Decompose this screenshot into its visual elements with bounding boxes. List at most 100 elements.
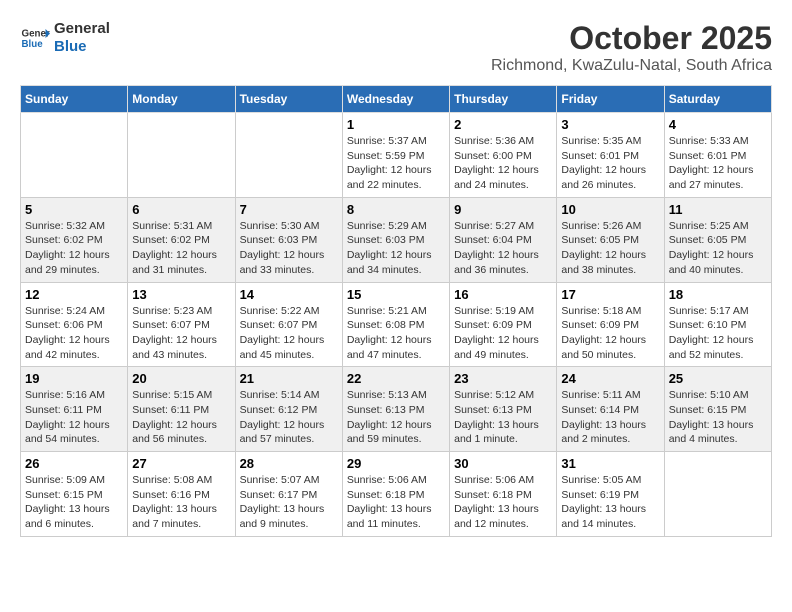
day-number: 31 bbox=[561, 456, 659, 471]
cell-info: Sunrise: 5:36 AM Sunset: 6:00 PM Dayligh… bbox=[454, 134, 552, 193]
cell-info: Sunrise: 5:06 AM Sunset: 6:18 PM Dayligh… bbox=[347, 473, 445, 532]
day-number: 18 bbox=[669, 287, 767, 302]
calendar-cell: 24 Sunrise: 5:11 AM Sunset: 6:14 PM Dayli… bbox=[557, 367, 664, 452]
day-number: 3 bbox=[561, 117, 659, 132]
page-header: General Blue General Blue October 2025 R… bbox=[20, 20, 772, 75]
calendar-cell: 22 Sunrise: 5:13 AM Sunset: 6:13 PM Dayli… bbox=[342, 367, 449, 452]
day-number: 23 bbox=[454, 371, 552, 386]
day-number: 1 bbox=[347, 117, 445, 132]
calendar-table: SundayMondayTuesdayWednesdayThursdayFrid… bbox=[20, 85, 772, 537]
calendar-cell bbox=[235, 113, 342, 198]
day-number: 29 bbox=[347, 456, 445, 471]
cell-info: Sunrise: 5:15 AM Sunset: 6:11 PM Dayligh… bbox=[132, 388, 230, 447]
cell-info: Sunrise: 5:30 AM Sunset: 6:03 PM Dayligh… bbox=[240, 219, 338, 278]
cell-info: Sunrise: 5:14 AM Sunset: 6:12 PM Dayligh… bbox=[240, 388, 338, 447]
calendar-cell: 17 Sunrise: 5:18 AM Sunset: 6:09 PM Dayli… bbox=[557, 282, 664, 367]
calendar-cell: 12Sunrise: 5:24 AM Sunset: 6:06 PM Dayli… bbox=[21, 282, 128, 367]
logo: General Blue General Blue bbox=[20, 20, 110, 56]
calendar-cell: 23Sunrise: 5:12 AM Sunset: 6:13 PM Dayli… bbox=[450, 367, 557, 452]
calendar-cell: 6Sunrise: 5:31 AM Sunset: 6:02 PM Daylig… bbox=[128, 197, 235, 282]
day-number: 25 bbox=[669, 371, 767, 386]
calendar-header-tuesday: Tuesday bbox=[235, 86, 342, 113]
logo-line2: Blue bbox=[54, 38, 110, 56]
cell-info: Sunrise: 5:37 AM Sunset: 5:59 PM Dayligh… bbox=[347, 134, 445, 193]
day-number: 19 bbox=[25, 371, 123, 386]
calendar-cell: 5Sunrise: 5:32 AM Sunset: 6:02 PM Daylig… bbox=[21, 197, 128, 282]
calendar-cell: 8Sunrise: 5:29 AM Sunset: 6:03 PM Daylig… bbox=[342, 197, 449, 282]
calendar-cell: 13Sunrise: 5:23 AM Sunset: 6:07 PM Dayli… bbox=[128, 282, 235, 367]
day-number: 7 bbox=[240, 202, 338, 217]
title-block: October 2025 Richmond, KwaZulu-Natal, So… bbox=[491, 20, 772, 75]
calendar-cell: 29 Sunrise: 5:06 AM Sunset: 6:18 PM Dayli… bbox=[342, 452, 449, 537]
day-number: 17 bbox=[561, 287, 659, 302]
cell-info: Sunrise: 5:18 AM Sunset: 6:09 PM Dayligh… bbox=[561, 304, 659, 363]
calendar-header-row: SundayMondayTuesdayWednesdayThursdayFrid… bbox=[21, 86, 772, 113]
cell-info: Sunrise: 5:09 AM Sunset: 6:15 PM Dayligh… bbox=[25, 473, 123, 532]
cell-info: Sunrise: 5:17 AM Sunset: 6:10 PM Dayligh… bbox=[669, 304, 767, 363]
calendar-cell: 28 Sunrise: 5:07 AM Sunset: 6:17 PM Dayli… bbox=[235, 452, 342, 537]
day-number: 26 bbox=[25, 456, 123, 471]
calendar-cell: 20 Sunrise: 5:15 AM Sunset: 6:11 PM Dayli… bbox=[128, 367, 235, 452]
day-number: 22 bbox=[347, 371, 445, 386]
calendar-cell: 31Sunrise: 5:05 AM Sunset: 6:19 PM Dayli… bbox=[557, 452, 664, 537]
calendar-cell: 19 Sunrise: 5:16 AM Sunset: 6:11 PM Dayli… bbox=[21, 367, 128, 452]
calendar-cell: 26 Sunrise: 5:09 AM Sunset: 6:15 PM Dayli… bbox=[21, 452, 128, 537]
cell-info: Sunrise: 5:32 AM Sunset: 6:02 PM Dayligh… bbox=[25, 219, 123, 278]
calendar-header-wednesday: Wednesday bbox=[342, 86, 449, 113]
day-number: 10 bbox=[561, 202, 659, 217]
cell-info: Sunrise: 5:26 AM Sunset: 6:05 PM Dayligh… bbox=[561, 219, 659, 278]
cell-info: Sunrise: 5:10 AM Sunset: 6:15 PM Dayligh… bbox=[669, 388, 767, 447]
calendar-cell: 1 Sunrise: 5:37 AM Sunset: 5:59 PM Daylig… bbox=[342, 113, 449, 198]
page-subtitle: Richmond, KwaZulu-Natal, South Africa bbox=[491, 57, 772, 75]
cell-info: Sunrise: 5:24 AM Sunset: 6:06 PM Dayligh… bbox=[25, 304, 123, 363]
calendar-cell: 15Sunrise: 5:21 AM Sunset: 6:08 PM Dayli… bbox=[342, 282, 449, 367]
cell-info: Sunrise: 5:07 AM Sunset: 6:17 PM Dayligh… bbox=[240, 473, 338, 532]
cell-info: Sunrise: 5:13 AM Sunset: 6:13 PM Dayligh… bbox=[347, 388, 445, 447]
calendar-cell bbox=[128, 113, 235, 198]
calendar-cell: 16 Sunrise: 5:19 AM Sunset: 6:09 PM Dayli… bbox=[450, 282, 557, 367]
cell-info: Sunrise: 5:11 AM Sunset: 6:14 PM Dayligh… bbox=[561, 388, 659, 447]
calendar-cell: 25 Sunrise: 5:10 AM Sunset: 6:15 PM Dayli… bbox=[664, 367, 771, 452]
calendar-cell: 11Sunrise: 5:25 AM Sunset: 6:05 PM Dayli… bbox=[664, 197, 771, 282]
day-number: 9 bbox=[454, 202, 552, 217]
calendar-header-sunday: Sunday bbox=[21, 86, 128, 113]
day-number: 14 bbox=[240, 287, 338, 302]
day-number: 20 bbox=[132, 371, 230, 386]
cell-info: Sunrise: 5:08 AM Sunset: 6:16 PM Dayligh… bbox=[132, 473, 230, 532]
cell-info: Sunrise: 5:06 AM Sunset: 6:18 PM Dayligh… bbox=[454, 473, 552, 532]
calendar-cell: 10 Sunrise: 5:26 AM Sunset: 6:05 PM Dayli… bbox=[557, 197, 664, 282]
cell-info: Sunrise: 5:16 AM Sunset: 6:11 PM Dayligh… bbox=[25, 388, 123, 447]
day-number: 28 bbox=[240, 456, 338, 471]
calendar-week-row: 1 Sunrise: 5:37 AM Sunset: 5:59 PM Daylig… bbox=[21, 113, 772, 198]
day-number: 15 bbox=[347, 287, 445, 302]
day-number: 24 bbox=[561, 371, 659, 386]
calendar-cell: 21Sunrise: 5:14 AM Sunset: 6:12 PM Dayli… bbox=[235, 367, 342, 452]
cell-info: Sunrise: 5:22 AM Sunset: 6:07 PM Dayligh… bbox=[240, 304, 338, 363]
day-number: 11 bbox=[669, 202, 767, 217]
logo-line1: General bbox=[54, 20, 110, 38]
calendar-week-row: 5Sunrise: 5:32 AM Sunset: 6:02 PM Daylig… bbox=[21, 197, 772, 282]
calendar-week-row: 12Sunrise: 5:24 AM Sunset: 6:06 PM Dayli… bbox=[21, 282, 772, 367]
calendar-cell: 14 Sunrise: 5:22 AM Sunset: 6:07 PM Dayli… bbox=[235, 282, 342, 367]
cell-info: Sunrise: 5:29 AM Sunset: 6:03 PM Dayligh… bbox=[347, 219, 445, 278]
calendar-cell bbox=[664, 452, 771, 537]
day-number: 6 bbox=[132, 202, 230, 217]
calendar-header-monday: Monday bbox=[128, 86, 235, 113]
calendar-cell: 27 Sunrise: 5:08 AM Sunset: 6:16 PM Dayli… bbox=[128, 452, 235, 537]
cell-info: Sunrise: 5:19 AM Sunset: 6:09 PM Dayligh… bbox=[454, 304, 552, 363]
svg-text:Blue: Blue bbox=[22, 39, 44, 50]
day-number: 13 bbox=[132, 287, 230, 302]
calendar-header-friday: Friday bbox=[557, 86, 664, 113]
calendar-cell: 7 Sunrise: 5:30 AM Sunset: 6:03 PM Daylig… bbox=[235, 197, 342, 282]
calendar-header-thursday: Thursday bbox=[450, 86, 557, 113]
logo-icon: General Blue bbox=[20, 23, 50, 53]
calendar-cell: 2Sunrise: 5:36 AM Sunset: 6:00 PM Daylig… bbox=[450, 113, 557, 198]
day-number: 27 bbox=[132, 456, 230, 471]
calendar-header-saturday: Saturday bbox=[664, 86, 771, 113]
calendar-cell: 9 Sunrise: 5:27 AM Sunset: 6:04 PM Daylig… bbox=[450, 197, 557, 282]
calendar-week-row: 19 Sunrise: 5:16 AM Sunset: 6:11 PM Dayli… bbox=[21, 367, 772, 452]
day-number: 16 bbox=[454, 287, 552, 302]
cell-info: Sunrise: 5:33 AM Sunset: 6:01 PM Dayligh… bbox=[669, 134, 767, 193]
cell-info: Sunrise: 5:35 AM Sunset: 6:01 PM Dayligh… bbox=[561, 134, 659, 193]
cell-info: Sunrise: 5:27 AM Sunset: 6:04 PM Dayligh… bbox=[454, 219, 552, 278]
